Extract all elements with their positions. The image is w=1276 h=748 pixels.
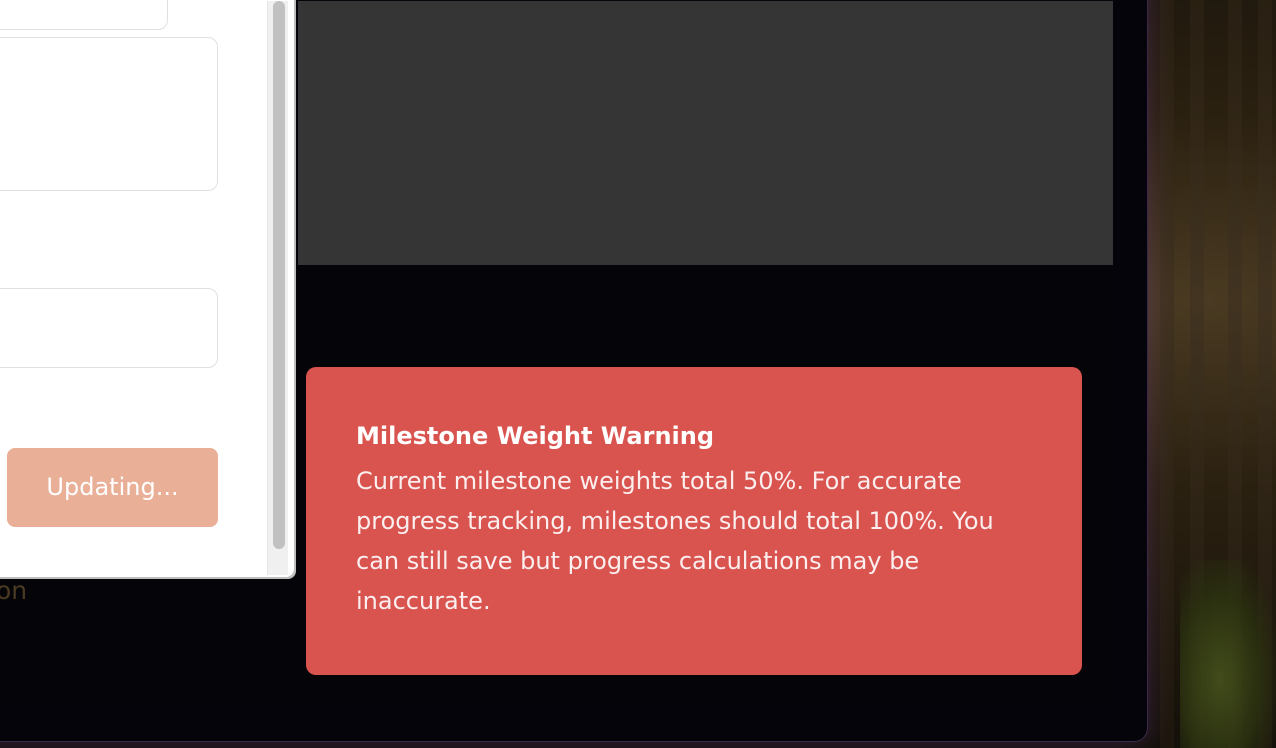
background-caption: ion xyxy=(0,576,28,605)
dialog-text-field[interactable] xyxy=(0,0,168,30)
edit-dialog: Updating... xyxy=(0,0,294,577)
dialog-textarea[interactable] xyxy=(0,37,218,191)
desktop-background: ion Updating... Milestone Weight Warning… xyxy=(0,0,1276,748)
dialog-scrollbar[interactable] xyxy=(267,1,288,575)
app-content: ion Updating... Milestone Weight Warning… xyxy=(0,0,1113,707)
toast-title: Milestone Weight Warning xyxy=(356,422,715,450)
moss-texture xyxy=(1180,560,1276,748)
toast-message: Current milestone weights total 50%. For… xyxy=(356,467,994,615)
app-window: ion Updating... Milestone Weight Warning… xyxy=(0,0,1148,742)
warning-toast[interactable]: Milestone Weight Warning Current milesto… xyxy=(306,367,1082,675)
updating-button[interactable]: Updating... xyxy=(7,448,218,527)
dark-content-panel xyxy=(298,1,1113,265)
dialog-scrollbar-thumb[interactable] xyxy=(273,1,285,549)
bark-texture xyxy=(1160,0,1174,748)
dialog-input[interactable] xyxy=(0,288,218,368)
